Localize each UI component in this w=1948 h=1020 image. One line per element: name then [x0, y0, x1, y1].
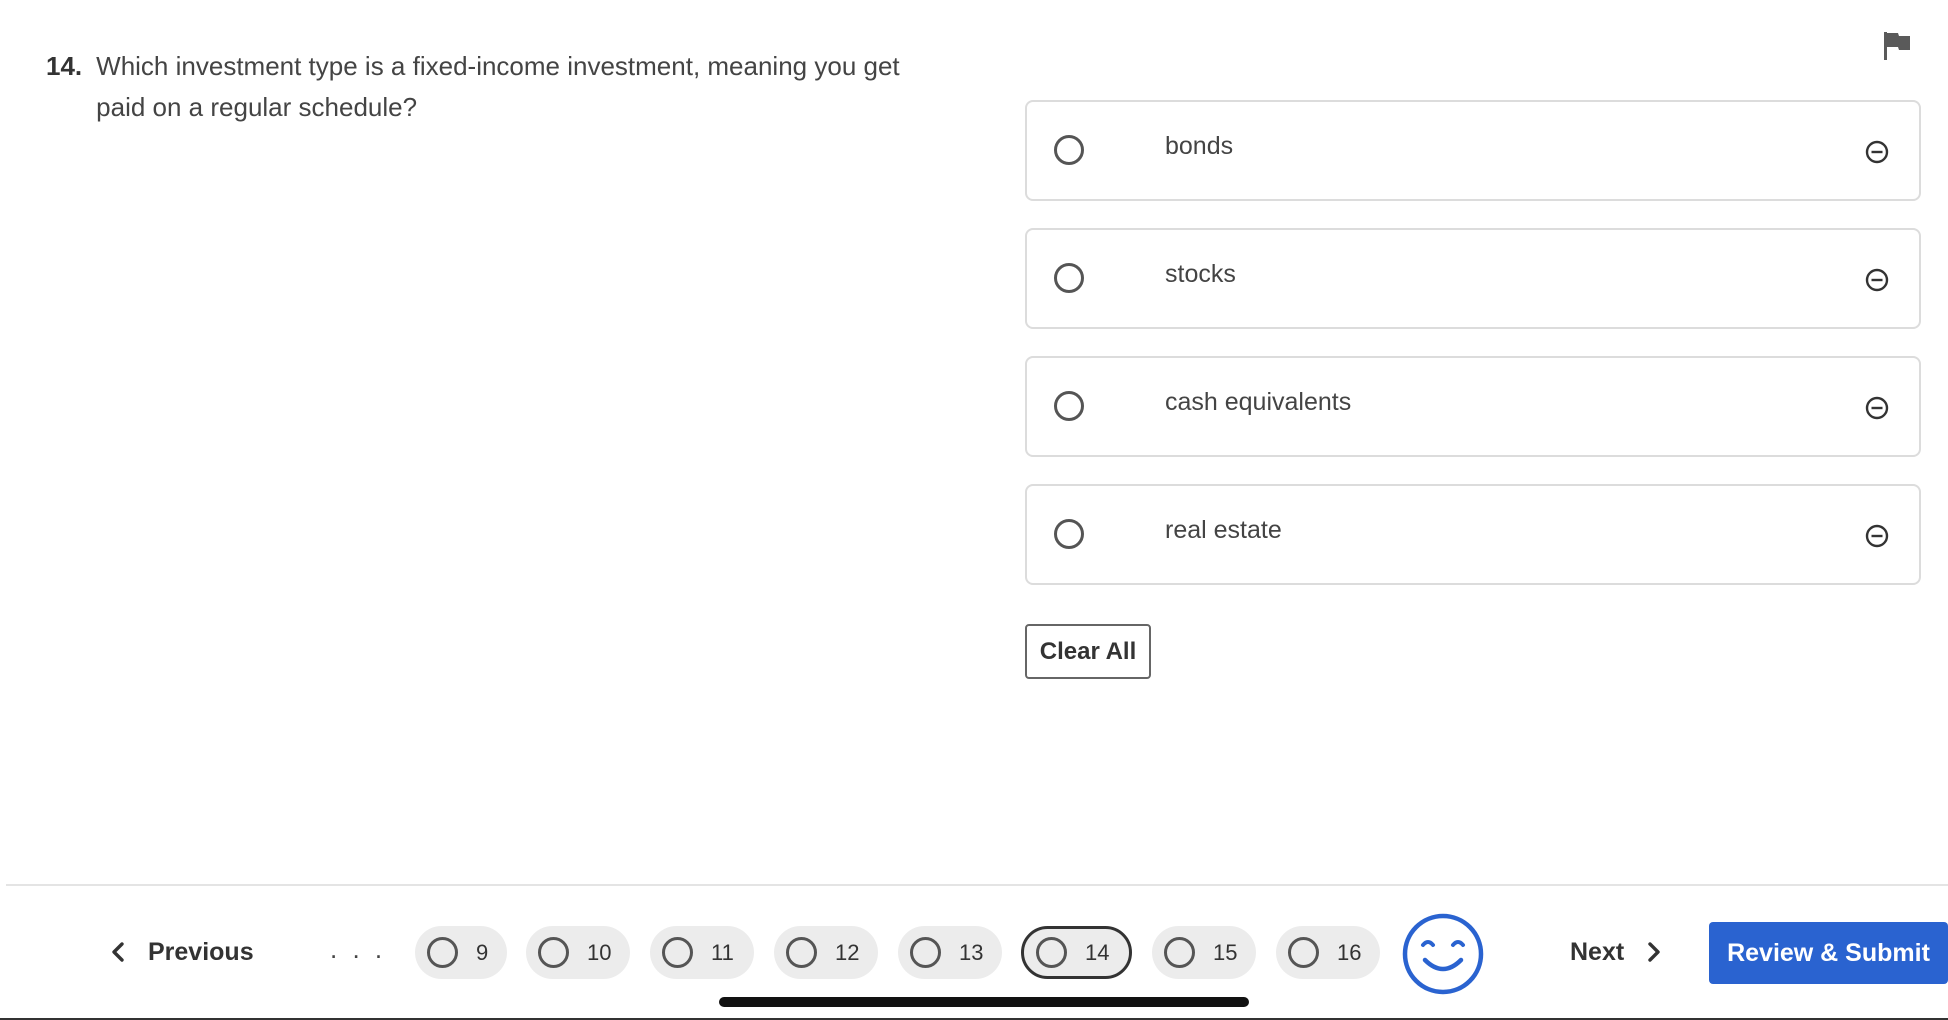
- question-nav-14-current[interactable]: 14: [1021, 926, 1132, 979]
- option-cash-equivalents[interactable]: cash equivalents: [1025, 356, 1921, 457]
- radio-button: [910, 937, 941, 968]
- option-label: cash equivalents: [1165, 388, 1352, 416]
- radio-button: [538, 937, 569, 968]
- question-nav-number: 9: [476, 939, 489, 965]
- question-nav-number: 12: [835, 939, 860, 965]
- test-question-page: 14. Which investment type is a fixed-inc…: [0, 0, 1948, 1020]
- option-label: stocks: [1165, 260, 1236, 288]
- previous-button[interactable]: Previous: [110, 932, 254, 972]
- minus-circle-icon[interactable]: [1865, 140, 1889, 164]
- radio-button[interactable]: [1054, 135, 1084, 165]
- question-nav-number: 13: [959, 939, 984, 965]
- question-nav-number: 14: [1085, 939, 1110, 965]
- chevron-left-icon: [112, 942, 124, 962]
- radio-button[interactable]: [1054, 263, 1084, 293]
- radio-button: [1164, 937, 1195, 968]
- question-nav-number: 11: [711, 939, 734, 965]
- radio-button: [1036, 937, 1067, 968]
- option-bonds[interactable]: bonds: [1025, 100, 1921, 201]
- question-nav-number: 15: [1213, 939, 1238, 965]
- next-button[interactable]: Next: [1570, 932, 1662, 972]
- answer-options: bonds stocks cash equivalents real estat…: [1025, 100, 1921, 612]
- chevron-right-icon: [1648, 942, 1660, 962]
- question-nav-10[interactable]: 10: [526, 926, 630, 979]
- clear-all-button[interactable]: Clear All: [1025, 624, 1151, 679]
- home-indicator: [719, 997, 1249, 1007]
- question-nav-13[interactable]: 13: [898, 926, 1002, 979]
- flag-icon[interactable]: [1882, 30, 1912, 62]
- question: 14. Which investment type is a fixed-inc…: [46, 46, 946, 128]
- footer-divider: [6, 884, 1948, 886]
- minus-circle-icon[interactable]: [1865, 268, 1889, 292]
- option-label: bonds: [1165, 132, 1234, 160]
- radio-button: [1288, 937, 1319, 968]
- option-label: real estate: [1165, 516, 1282, 544]
- question-nav-16[interactable]: 16: [1276, 926, 1380, 979]
- radio-button: [786, 937, 817, 968]
- review-submit-button[interactable]: Review & Submit: [1709, 922, 1948, 984]
- radio-button: [662, 937, 693, 968]
- question-nav-number: 10: [587, 939, 612, 965]
- smiley-icon[interactable]: [1401, 912, 1485, 996]
- minus-circle-icon[interactable]: [1865, 524, 1889, 548]
- minus-circle-icon[interactable]: [1865, 396, 1889, 420]
- radio-button[interactable]: [1054, 391, 1084, 421]
- radio-button: [427, 937, 458, 968]
- next-label: Next: [1570, 937, 1625, 966]
- question-nav-15[interactable]: 15: [1152, 926, 1256, 979]
- question-number: 14.: [46, 51, 83, 81]
- question-text: Which investment type is a fixed-income …: [96, 51, 900, 122]
- radio-button[interactable]: [1054, 519, 1084, 549]
- previous-label: Previous: [148, 937, 254, 966]
- question-nav-9[interactable]: 9: [415, 926, 507, 979]
- option-real-estate[interactable]: real estate: [1025, 484, 1921, 585]
- question-nav-number: 16: [1337, 939, 1362, 965]
- option-stocks[interactable]: stocks: [1025, 228, 1921, 329]
- question-nav-12[interactable]: 12: [774, 926, 878, 979]
- more-questions-ellipsis[interactable]: . . .: [330, 934, 386, 965]
- question-nav-11[interactable]: 11: [650, 926, 754, 979]
